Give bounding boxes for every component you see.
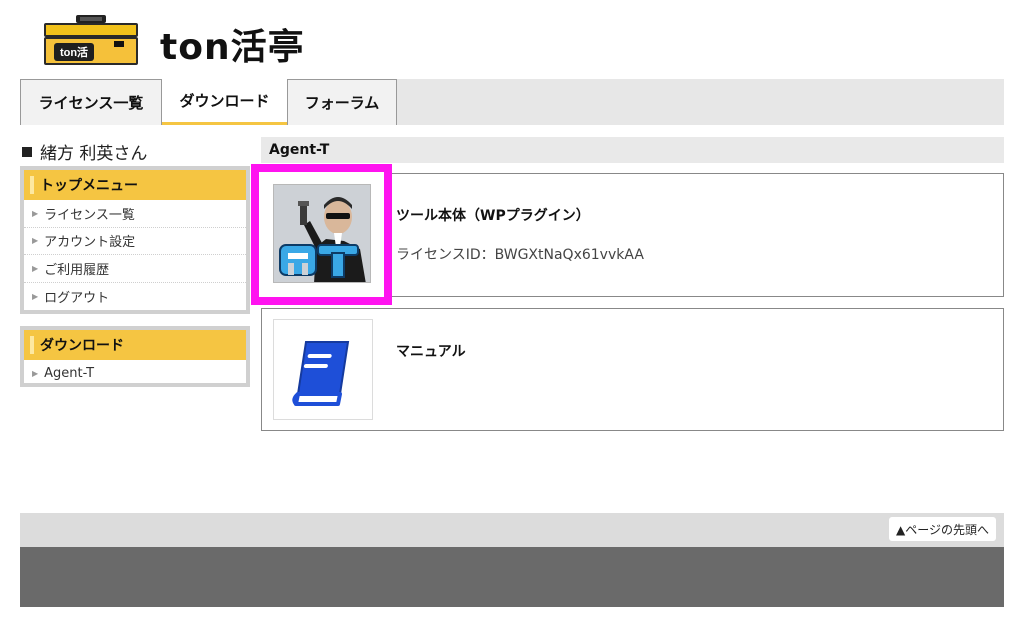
tab-license-list[interactable]: ライセンス一覧: [20, 79, 162, 125]
footer-bar: ▲ページの先頭へ: [20, 513, 1004, 547]
sidebar-item-agent-t[interactable]: ▶ Agent-T: [24, 360, 246, 388]
svg-text:ton活: ton活: [60, 45, 88, 59]
triangle-right-icon: ▶: [32, 208, 39, 218]
section-title: Agent-T: [261, 137, 1004, 163]
sidebar-item-account-settings[interactable]: ▶ アカウント設定: [24, 228, 246, 255]
sidebar-download-menu-header: ダウンロード: [24, 330, 246, 360]
card-title-manual[interactable]: マニュアル: [396, 341, 466, 361]
footer: [20, 547, 1004, 607]
sidebar-item-label: ご利用履歴: [44, 262, 110, 278]
sidebar-item-label: ライセンス一覧: [44, 207, 135, 223]
user-greeting: 緒方 利英さん: [22, 139, 147, 164]
user-name: 緒方 利英さん: [40, 144, 148, 164]
sidebar-item-label: アカウント設定: [44, 235, 136, 251]
site-title[interactable]: ton活亭: [160, 18, 305, 70]
tab-download[interactable]: ダウンロード: [162, 79, 287, 125]
triangle-right-icon: ▶: [32, 236, 39, 246]
manual-book-icon: [292, 341, 350, 406]
manual-thumbnail[interactable]: [273, 319, 373, 420]
sidebar-item-usage-history[interactable]: ▶ ご利用履歴: [24, 255, 246, 283]
triangle-right-icon: ▶: [32, 291, 39, 301]
license-id-text: ライセンスID：BWGXtNaQx61vvkAA: [396, 247, 644, 263]
triangle-right-icon: ▶: [32, 263, 39, 273]
triangle-right-icon: ▶: [32, 369, 39, 379]
sidebar-top-menu-title: トップメニュー: [40, 178, 138, 194]
site-logo[interactable]: ton活: [42, 12, 140, 68]
sidebar-item-label: ログアウト: [44, 290, 110, 306]
sidebar-top-menu: トップメニュー ▶ ライセンス一覧 ▶ アカウント設定 ▶ ご利用履歴 ▶ ログ…: [20, 166, 250, 314]
header-bar-icon: [30, 336, 34, 354]
card-title-plugin[interactable]: ツール本体（WPプラグイン）: [396, 205, 590, 225]
square-bullet-icon: [22, 147, 32, 157]
sidebar-item-logout[interactable]: ▶ ログアウト: [24, 283, 246, 311]
page-top-link[interactable]: ▲ページの先頭へ: [889, 517, 996, 541]
sidebar-download-menu-title: ダウンロード: [40, 338, 124, 354]
sidebar-item-label: Agent-T: [44, 366, 95, 382]
sidebar-top-menu-header: トップメニュー: [24, 170, 246, 200]
toolbox-logo-icon: ton活: [42, 13, 140, 67]
header-bar-icon: [30, 176, 34, 194]
highlight-frame: [251, 164, 392, 305]
agent-t-thumbnail[interactable]: [273, 184, 371, 283]
tab-forum[interactable]: フォーラム: [287, 79, 397, 125]
sidebar-download-menu: ダウンロード ▶ Agent-T: [20, 326, 250, 387]
sidebar-item-license-list[interactable]: ▶ ライセンス一覧: [24, 200, 246, 228]
main-nav: ライセンス一覧 ダウンロード フォーラム: [20, 79, 1004, 125]
